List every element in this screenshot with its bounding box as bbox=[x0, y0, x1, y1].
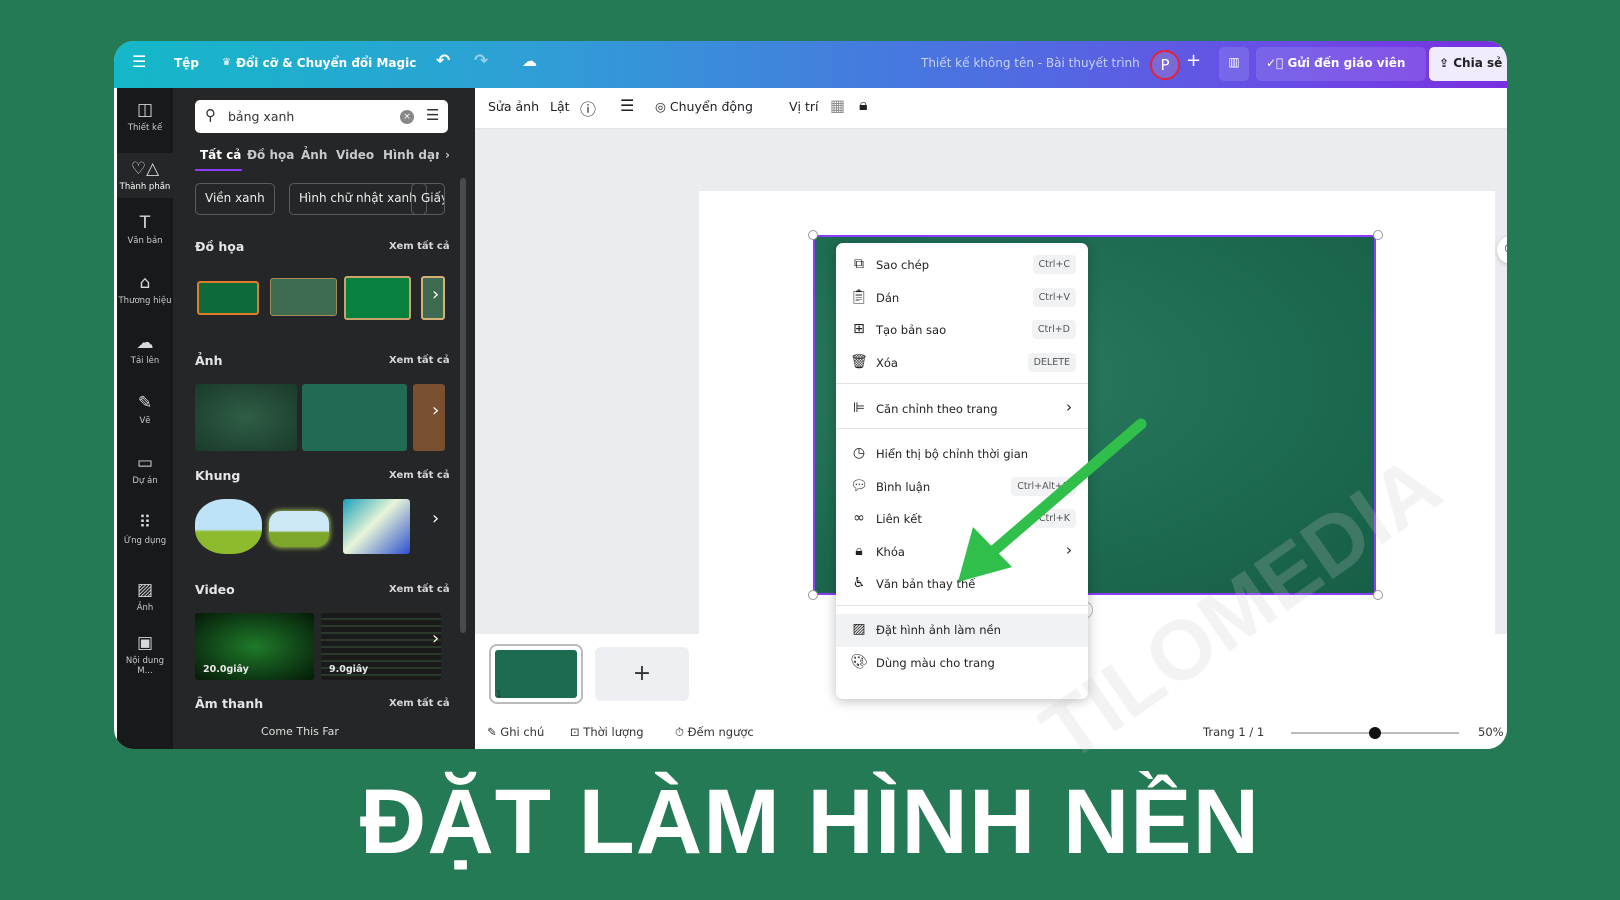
headline: ĐẶT LÀM HÌNH NỀN bbox=[359, 771, 1261, 873]
green-arrow bbox=[958, 418, 1147, 582]
arrow-shaft bbox=[984, 418, 1147, 560]
